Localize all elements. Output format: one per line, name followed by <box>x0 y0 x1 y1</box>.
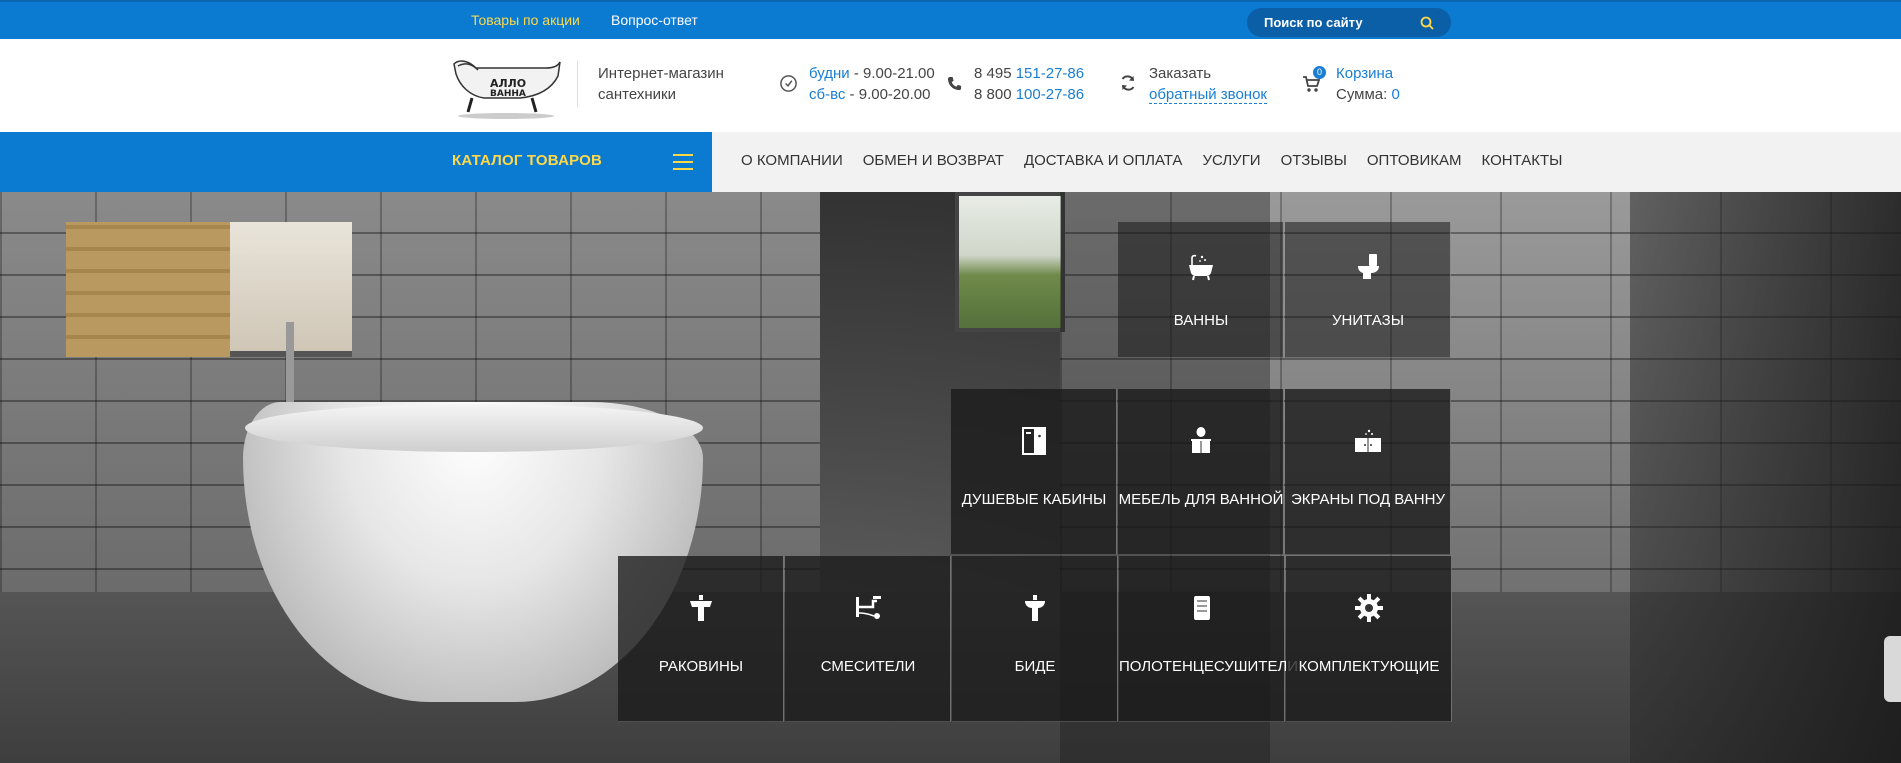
hero-bathtub-rim <box>245 404 703 452</box>
refresh-icon <box>1121 75 1135 91</box>
search-icon[interactable] <box>1419 15 1435 31</box>
nav-reviews[interactable]: ОТЗЫВЫ <box>1281 152 1347 172</box>
hero-niche-wood <box>66 222 230 357</box>
phone-2[interactable]: 8 800 100-27-86 <box>974 84 1084 105</box>
hero-right-shade <box>1630 192 1901 763</box>
callback-link[interactable]: обратный звонок <box>1149 86 1267 104</box>
bathtub-logo[interactable]: АЛЛО ВАННА <box>450 52 562 120</box>
category-tile-toilets[interactable]: УНИТАЗЫ <box>1285 222 1451 358</box>
cart-summary: Корзина Сумма: 0 <box>1336 65 1400 103</box>
category-tile-baths[interactable]: ВАННЫ <box>1118 222 1284 358</box>
toilet-icon <box>1358 254 1379 279</box>
site-header: АЛЛО ВАННА Интернет-магазин сантехники б… <box>0 39 1901 132</box>
phone-icon <box>947 76 962 91</box>
svg-text:ВАННА: ВАННА <box>490 89 526 99</box>
callback-request: Заказать обратный звонок <box>1149 65 1267 104</box>
nav-wholesale[interactable]: ОПТОВИКАМ <box>1367 152 1462 172</box>
towel-warmer-icon <box>1194 596 1210 620</box>
nav-services[interactable]: УСЛУГИ <box>1202 152 1260 172</box>
nav-delivery-payment[interactable]: ДОСТАВКА И ОПЛАТА <box>1024 152 1183 172</box>
search-input[interactable] <box>1264 12 1414 33</box>
clock-icon <box>780 75 797 92</box>
store-tagline: Интернет-магазин сантехники <box>598 65 724 103</box>
phone-numbers: 8 495 151-27-86 8 800 100-27-86 <box>974 63 1084 105</box>
bidet-icon <box>1025 595 1045 621</box>
hero-window <box>955 192 1065 332</box>
working-hours: будни - 9.00-21.00 сб-вс - 9.00-20.00 <box>809 65 935 103</box>
category-tile-accessories[interactable]: КОМПЛЕКТУЮЩИЕ <box>1286 556 1452 722</box>
top-menu: О КОМПАНИИ ОБМЕН И ВОЗВРАТ ДОСТАВКА И ОП… <box>741 152 1582 172</box>
catalog-button[interactable]: КАТАЛОГ ТОВАРОВ <box>0 132 712 192</box>
cart-count-badge: 0 <box>1313 66 1326 79</box>
category-tile-sinks[interactable]: РАКОВИНЫ <box>618 556 784 722</box>
bath-screen-icon <box>1355 429 1381 452</box>
nav-exchange-return[interactable]: ОБМЕН И ВОЗВРАТ <box>863 152 1004 172</box>
sink-icon <box>690 595 712 621</box>
nav-about[interactable]: О КОМПАНИИ <box>741 152 843 172</box>
hero-banner: ВАННЫ УНИТАЗЫ ДУШЕВЫЕ КАБИНЫ МЕБЕЛЬ ДЛЯ … <box>0 192 1901 763</box>
category-tile-faucets[interactable]: СМЕСИТЕЛИ <box>785 556 951 722</box>
category-tile-towel-warmers[interactable]: ПОЛОТЕНЦЕСУШИТЕЛИ <box>1119 556 1298 722</box>
faq-link[interactable]: Вопрос-ответ <box>611 12 698 28</box>
faucet-icon <box>856 596 881 619</box>
gear-icon <box>1355 594 1383 622</box>
nav-contacts[interactable]: КОНТАКТЫ <box>1482 152 1563 172</box>
phone-1[interactable]: 8 495 151-27-86 <box>974 63 1084 84</box>
bathroom-furniture-icon <box>1191 427 1211 453</box>
category-tile-bath-screens[interactable]: ЭКРАНЫ ПОД ВАННУ <box>1285 389 1451 555</box>
top-bar: Товары по акции Вопрос-ответ <box>0 0 1901 39</box>
header-divider <box>577 61 578 107</box>
category-tile-furniture[interactable]: МЕБЕЛЬ ДЛЯ ВАННОЙ <box>1118 389 1284 555</box>
cart-link[interactable]: Корзина <box>1336 65 1393 82</box>
shower-cabin-icon <box>1022 427 1046 455</box>
side-panel-toggle[interactable] <box>1884 636 1901 702</box>
menu-icon <box>673 154 693 170</box>
main-nav: КАТАЛОГ ТОВАРОВ О КОМПАНИИ ОБМЕН И ВОЗВР… <box>0 132 1901 192</box>
site-search <box>1247 8 1451 37</box>
bathtub-icon <box>1189 254 1213 281</box>
catalog-label: КАТАЛОГ ТОВАРОВ <box>452 152 603 169</box>
category-tile-shower-cabins[interactable]: ДУШЕВЫЕ КАБИНЫ <box>951 389 1117 555</box>
promo-link[interactable]: Товары по акции <box>471 12 580 28</box>
category-tile-bidets[interactable]: БИДЕ <box>952 556 1118 722</box>
